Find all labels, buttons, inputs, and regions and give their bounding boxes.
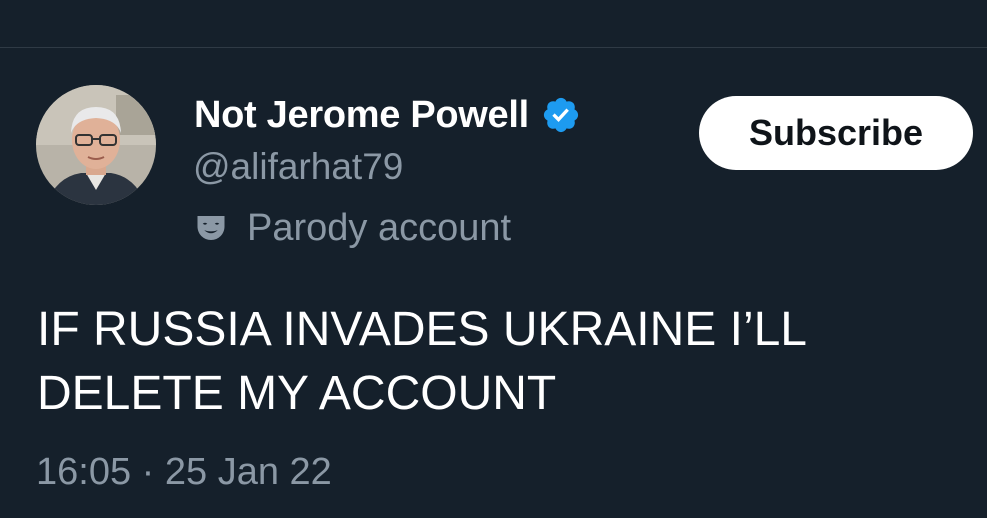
verified-badge-icon[interactable] (541, 95, 581, 135)
subscribe-button[interactable]: Subscribe (699, 96, 973, 170)
tweet-date[interactable]: 25 Jan 22 (165, 451, 332, 493)
tweet-text-line: DELETE MY ACCOUNT (37, 367, 557, 420)
author-name-row[interactable]: Not Jerome Powell (194, 90, 581, 140)
top-divider (0, 47, 987, 48)
theater-mask-icon (193, 210, 229, 246)
meta-separator: · (141, 451, 155, 493)
tweet-time[interactable]: 16:05 (36, 451, 131, 493)
author-name[interactable]: Not Jerome Powell (194, 94, 529, 137)
author-handle[interactable]: @alifarhat79 (193, 146, 403, 188)
parody-account-label-row: Parody account (193, 204, 511, 252)
tweet-text-line: IF RUSSIA INVADES UKRAINE I’LL (37, 303, 807, 356)
tweet-timestamp[interactable]: 16:05 · 25 Jan 22 (36, 451, 332, 494)
tweet-text: IF RUSSIA INVADES UKRAINE I’LL DELETE MY… (37, 298, 957, 426)
parody-account-label: Parody account (247, 206, 512, 249)
avatar-photo (36, 85, 156, 205)
avatar[interactable] (36, 85, 156, 205)
